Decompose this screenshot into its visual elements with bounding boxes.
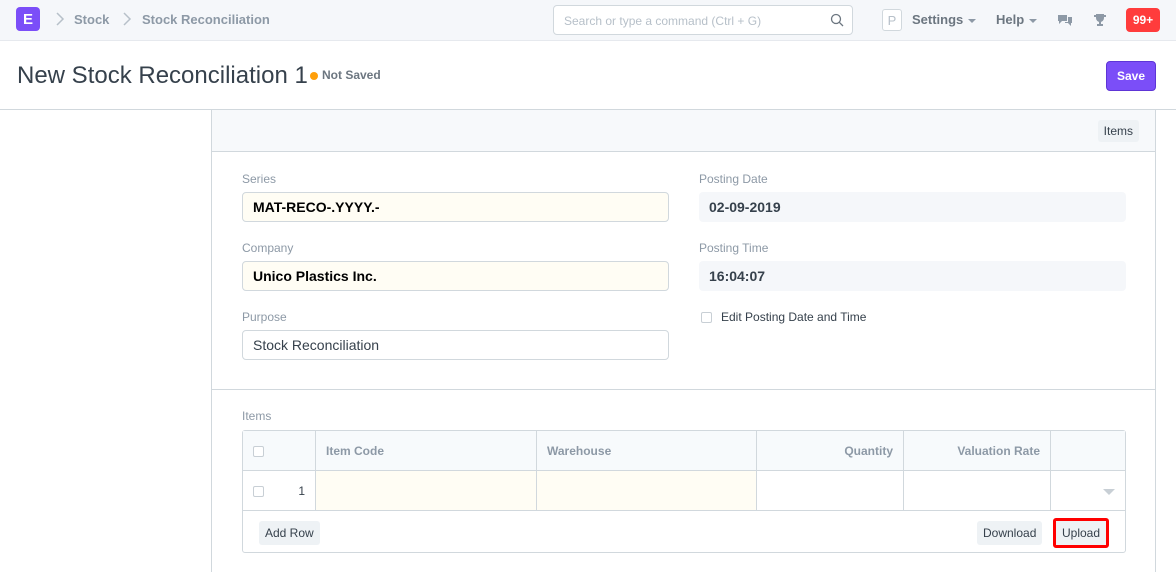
download-button[interactable]: Download [977,521,1043,545]
form-layout: Items Series MAT-RECO-.YYYY.- Company Un… [211,110,1156,572]
avatar[interactable]: P [882,9,902,31]
chat-icon[interactable] [1057,12,1073,28]
status-badge: Not Saved [322,68,381,82]
company-label: Company [242,241,294,255]
valuation-rate-cell[interactable] [904,471,1051,510]
chevron-right-icon [123,12,132,26]
trophy-icon[interactable] [1092,12,1108,28]
app-logo[interactable]: E [16,7,40,31]
row-edit-caret-icon[interactable] [1103,489,1115,495]
column-header-quantity[interactable]: Quantity [757,431,904,470]
purpose-label: Purpose [242,310,287,324]
company-field[interactable]: Unico Plastics Inc. [242,261,669,291]
series-label: Series [242,172,277,186]
column-header-actions [1051,431,1125,470]
chevron-right-icon [56,12,65,26]
section-divider [212,389,1155,390]
column-header-warehouse[interactable]: Warehouse [537,431,757,470]
settings-dropdown[interactable]: Settings [912,12,977,27]
navbar: E Stock Stock Reconciliation Search or t… [0,0,1176,41]
help-dropdown[interactable]: Help [996,12,1038,27]
items-table-label: Items [242,409,272,423]
row-number: 1 [298,483,305,498]
row-index-cell: 1 [243,471,316,510]
page-title: New Stock Reconciliation 1 [17,62,308,89]
column-header-item-code[interactable]: Item Code [316,431,537,470]
posting-date-field[interactable]: 02-09-2019 [699,192,1126,222]
notification-badge[interactable]: 99+ [1126,8,1160,32]
search-input[interactable]: Search or type a command (Ctrl + G) [553,5,853,35]
caret-down-icon [968,18,977,23]
table-row[interactable]: 1 [243,471,1125,511]
status-indicator-dot [310,72,318,80]
edit-posting-label: Edit Posting Date and Time [721,310,867,324]
row-checkbox[interactable] [253,486,264,497]
add-row-button[interactable]: Add Row [259,521,320,545]
save-button[interactable]: Save [1106,61,1156,91]
quantity-cell[interactable] [757,471,904,510]
search-icon [830,13,844,27]
settings-label: Settings [912,12,964,27]
posting-time-field[interactable]: 16:04:07 [699,261,1126,291]
breadcrumb-stock-reconciliation[interactable]: Stock Reconciliation [142,12,270,27]
row-actions-cell[interactable] [1051,471,1125,510]
select-all-cell [243,431,316,470]
breadcrumb-stock[interactable]: Stock [74,12,109,27]
search-placeholder: Search or type a command (Ctrl + G) [564,14,762,28]
edit-posting-checkbox[interactable] [701,312,712,323]
posting-time-label: Posting Time [699,241,769,255]
items-table: Item Code Warehouse Quantity Valuation R… [242,430,1126,553]
item-code-cell[interactable] [316,471,537,510]
table-header: Item Code Warehouse Quantity Valuation R… [243,431,1125,471]
help-label: Help [996,12,1025,27]
form-toolbar: Items [212,110,1155,152]
series-field[interactable]: MAT-RECO-.YYYY.- [242,192,669,222]
column-header-valuation-rate[interactable]: Valuation Rate [904,431,1051,470]
warehouse-cell[interactable] [537,471,757,510]
select-all-checkbox[interactable] [253,446,264,457]
posting-date-label: Posting Date [699,172,768,186]
upload-button[interactable]: Upload [1053,518,1110,548]
caret-down-icon [1029,18,1038,23]
purpose-select[interactable]: Stock Reconciliation [242,330,669,360]
items-section-link[interactable]: Items [1097,120,1139,142]
